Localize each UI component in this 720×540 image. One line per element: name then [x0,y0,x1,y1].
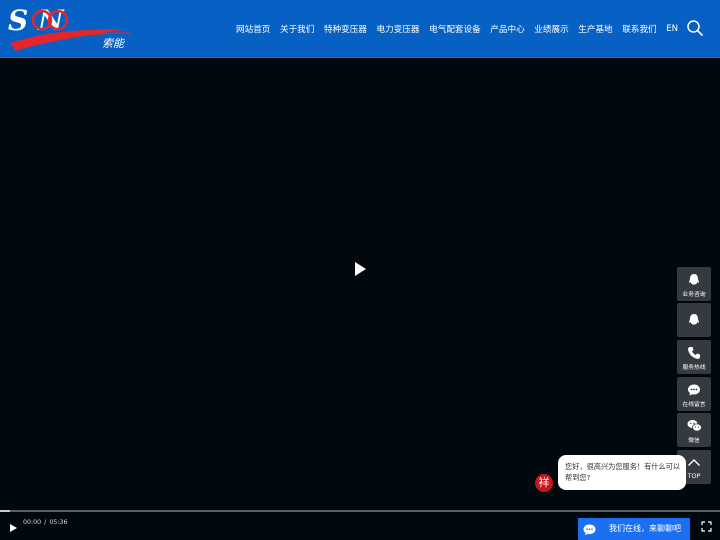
time-separator: / [44,519,47,526]
duration: 05:36 [49,519,68,526]
chevron-up-icon [688,459,700,466]
nav-item-production-base[interactable]: 生产基地 [578,23,612,35]
nav-item-english[interactable]: EN [666,24,678,34]
nav-item-projects[interactable]: 业绩展示 [534,23,568,35]
site-header: S N 索能 网站首页 关于我们 特种变压器 电力变压器 电气配套设备 产品中心… [0,0,720,58]
logo-graphic: S N 索能 [8,4,131,51]
sidebar-business-consult-button[interactable]: 业务咨询 [677,267,711,301]
current-time: 00:00 [23,519,42,526]
sidebar-wechat-button[interactable]: 微信 [677,413,711,447]
chat-greeting-bubble[interactable]: 您好，很高兴为您服务！有什么可以帮到您? [558,455,686,490]
control-play-icon[interactable] [8,518,18,532]
video-time: 00:00 / 05:36 [23,518,67,528]
chat-bubble-icon [583,524,596,536]
chat-open-label: 我们在线，来聊聊吧 [609,524,681,533]
video-progress-bar[interactable] [0,510,720,512]
sidebar-label: 在线留言 [682,402,706,408]
chat-greeting-text: 您好，很高兴为您服务！有什么可以帮到您? [565,462,681,482]
qq-icon [689,314,699,325]
nav-item-about[interactable]: 关于我们 [280,23,314,35]
nav-item-electrical-equipment[interactable]: 电气配套设备 [429,23,481,35]
main-nav: 网站首页 关于我们 特种变压器 电力变压器 电气配套设备 产品中心 业绩展示 生… [236,0,678,57]
chat-icon [688,384,700,396]
nav-item-power-transformers[interactable]: 电力变压器 [377,23,420,35]
sidebar-label: 微信 [688,438,700,444]
wechat-icon [687,420,702,432]
sidebar-label: 业务咨询 [682,292,706,298]
site-logo[interactable]: S N 索能 [6,3,136,53]
chat-open-button[interactable]: 我们在线，来聊聊吧 [578,518,690,540]
nav-item-contact[interactable]: 联系我们 [622,23,656,35]
play-icon[interactable] [353,261,367,276]
logo-subtext: 索能 [102,37,126,50]
nav-item-products[interactable]: 产品中心 [490,23,524,35]
search-icon[interactable] [686,19,704,37]
chat-avatar[interactable]: 祥 [535,474,553,492]
nav-item-home[interactable]: 网站首页 [236,23,270,35]
nav-item-special-transformers[interactable]: 特种变压器 [324,23,367,35]
sidebar-hotline-button[interactable]: 服务热线 [677,340,711,374]
sidebar-qq-button[interactable] [677,303,711,337]
fullscreen-icon[interactable] [701,517,712,532]
video-progress-fill [0,510,10,512]
sidebar-label: 服务热线 [682,365,706,371]
qq-icon [689,274,699,285]
phone-icon [688,347,700,359]
logo-text: S N [8,4,65,37]
sidebar-message-button[interactable]: 在线留言 [677,377,711,411]
